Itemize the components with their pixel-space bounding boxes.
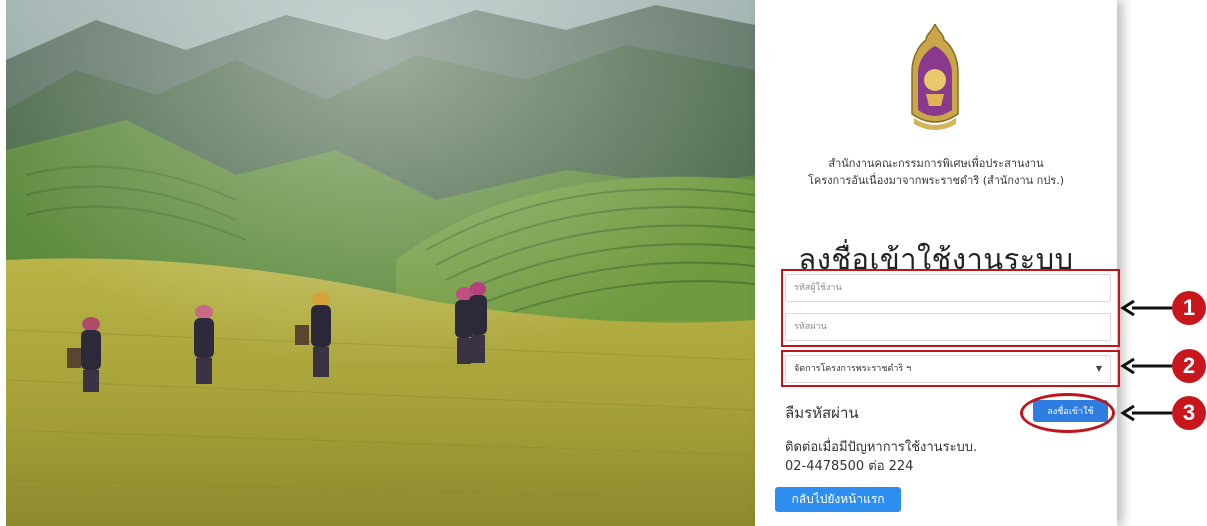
help-phone-number: 02-4478500 ต่อ 224	[785, 459, 914, 474]
arrow-left-icon	[1120, 405, 1172, 421]
landscape-illustration	[6, 0, 755, 526]
forgot-password-link[interactable]: ลืมรหัสผ่าน	[785, 401, 859, 425]
hero-image	[6, 0, 755, 526]
step-badge-3: 3	[1172, 396, 1206, 430]
agency-emblem-logo	[911, 24, 959, 130]
step-badge-2: 2	[1172, 349, 1206, 383]
annotation-oval-login-button	[1020, 393, 1115, 433]
annotation-box-credentials	[781, 269, 1120, 347]
back-to-home-button[interactable]: กลับไปยังหน้าแรก	[775, 487, 901, 512]
organization-name-line-2: โครงการอันเนื่องมาจากพระราชดำริ (สำนักงา…	[808, 174, 1064, 187]
login-panel: สำนักงานคณะกรรมการพิเศษเพื่อประสานงาน โค…	[755, 0, 1117, 526]
arrow-left-icon	[1120, 300, 1172, 316]
step-badge-1: 1	[1172, 291, 1206, 325]
annotation-box-system-select	[781, 350, 1120, 387]
organization-name-line-1: สำนักงานคณะกรรมการพิเศษเพื่อประสานงาน	[828, 157, 1044, 170]
arrow-left-icon	[1120, 358, 1172, 374]
help-contact-text: ติดต่อเมื่อมีปัญหาการใช้งานระบบ.	[785, 440, 978, 455]
